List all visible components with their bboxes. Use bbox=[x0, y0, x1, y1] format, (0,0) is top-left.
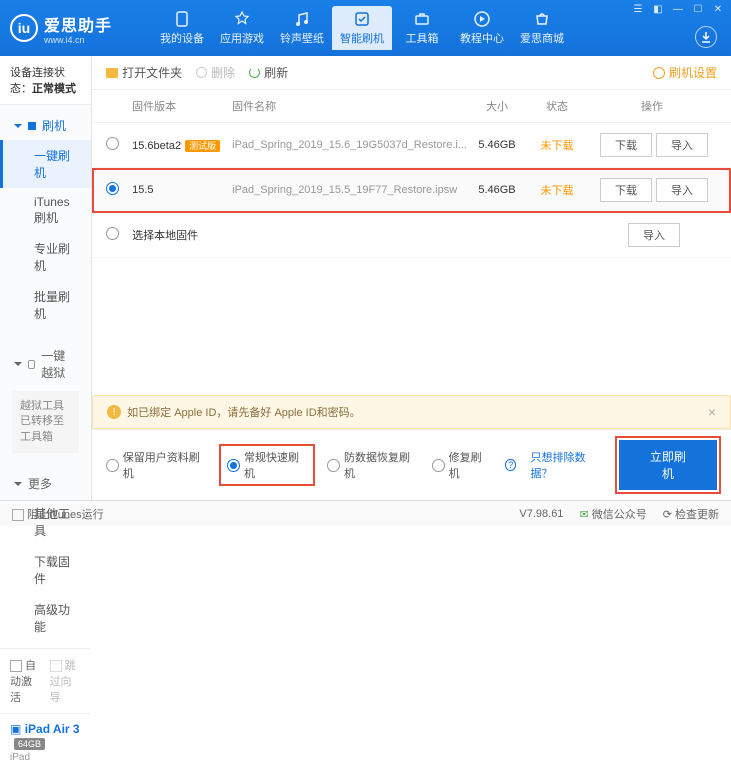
nav-my-device[interactable]: 我的设备 bbox=[152, 6, 212, 50]
download-button[interactable]: 下载 bbox=[600, 133, 652, 157]
import-button[interactable]: 导入 bbox=[656, 133, 708, 157]
app-logo: iu 爱思助手 www.i4.cn bbox=[10, 12, 112, 45]
window-controls: ☰ ◧ — ☐ ✕ bbox=[631, 4, 725, 15]
refresh-icon bbox=[249, 67, 260, 78]
skip-guide-checkbox[interactable]: 跳过向导 bbox=[50, 657, 82, 705]
app-url: www.i4.cn bbox=[44, 36, 112, 45]
nav-ringtones[interactable]: 铃声壁纸 bbox=[272, 6, 332, 50]
jailbreak-note: 越狱工具已转移至工具箱 bbox=[12, 391, 79, 453]
close-icon[interactable]: ✕ bbox=[711, 4, 725, 15]
mode-repair[interactable]: 修复刷机 bbox=[432, 449, 491, 481]
flash-now-button[interactable]: 立即刷机 bbox=[619, 440, 717, 490]
firmware-row[interactable]: 15.6beta2测试版 iPad_Spring_2019_15.6_19G50… bbox=[92, 123, 731, 168]
nav-toolbox[interactable]: 工具箱 bbox=[392, 6, 452, 50]
flash-mode-row: 保留用户资料刷机 常规快速刷机 防数据恢复刷机 修复刷机 ? 只想排除数据？ 立… bbox=[92, 429, 731, 500]
chevron-down-icon bbox=[14, 362, 22, 366]
import-button[interactable]: 导入 bbox=[656, 178, 708, 202]
device-info[interactable]: ▣ iPad Air 3 64GB iPad bbox=[0, 713, 91, 771]
firmware-row-selected[interactable]: 15.5 iPad_Spring_2019_15.5_19F77_Restore… bbox=[92, 168, 731, 213]
open-folder-button[interactable]: 打开文件夹 bbox=[106, 64, 182, 81]
sidebar-item-oneclick-flash[interactable]: 一键刷机 bbox=[0, 140, 91, 188]
sidebar-section-more[interactable]: 更多 bbox=[0, 469, 91, 498]
sidebar-item-batch-flash[interactable]: 批量刷机 bbox=[0, 281, 91, 329]
sidebar-item-itunes-flash[interactable]: iTunes刷机 bbox=[0, 188, 91, 233]
main-nav: 我的设备 应用游戏 铃声壁纸 智能刷机 工具箱 教程中心 爱思商城 bbox=[152, 6, 572, 50]
close-warning-icon[interactable]: × bbox=[708, 404, 716, 420]
mode-normal-fast[interactable]: 常规快速刷机 bbox=[221, 446, 313, 484]
sidebar-item-download-fw[interactable]: 下载固件 bbox=[0, 546, 91, 594]
radio-icon[interactable] bbox=[106, 182, 119, 195]
auto-activate-checkbox[interactable]: 自动激活 bbox=[10, 657, 42, 705]
radio-icon[interactable] bbox=[106, 137, 119, 150]
nav-apps[interactable]: 应用游戏 bbox=[212, 6, 272, 50]
local-firmware-row[interactable]: 选择本地固件 导入 bbox=[92, 213, 731, 258]
appleid-warning: ! 如已绑定 Apple ID，请先备好 Apple ID和密码。 × bbox=[92, 395, 731, 429]
table-header: 固件版本 固件名称 大小 状态 操作 bbox=[92, 90, 731, 123]
menu-icon[interactable]: ☰ bbox=[631, 4, 645, 15]
sidebar-section-jailbreak[interactable]: 一键越狱 bbox=[0, 341, 91, 387]
chevron-down-icon bbox=[14, 124, 22, 128]
delete-button[interactable]: 删除 bbox=[196, 64, 235, 81]
wechat-link[interactable]: ✉ 微信公众号 bbox=[579, 506, 646, 522]
main-panel: 打开文件夹 删除 刷新 刷机设置 固件版本 固件名称 大小 状态 操作 15.6… bbox=[92, 56, 731, 500]
nav-store[interactable]: 爱思商城 bbox=[512, 6, 572, 50]
sidebar-item-advanced[interactable]: 高级功能 bbox=[0, 594, 91, 642]
import-button[interactable]: 导入 bbox=[628, 223, 680, 247]
mode-anti-recover[interactable]: 防数据恢复刷机 bbox=[327, 449, 418, 481]
flash-settings-button[interactable]: 刷机设置 bbox=[653, 64, 717, 81]
mode-keep-data[interactable]: 保留用户资料刷机 bbox=[106, 449, 207, 481]
square-icon bbox=[28, 122, 36, 130]
logo-icon: iu bbox=[10, 14, 38, 42]
info-icon[interactable]: ? bbox=[505, 459, 517, 471]
connection-status: 设备连接状态：正常模式 bbox=[0, 56, 91, 105]
sidebar-item-pro-flash[interactable]: 专业刷机 bbox=[0, 233, 91, 281]
download-manager-icon[interactable] bbox=[695, 26, 717, 48]
app-name: 爱思助手 bbox=[44, 18, 112, 35]
download-button[interactable]: 下载 bbox=[600, 178, 652, 202]
titlebar: iu 爱思助手 www.i4.cn 我的设备 应用游戏 铃声壁纸 智能刷机 工具… bbox=[0, 0, 731, 56]
check-update-link[interactable]: ⟳ 检查更新 bbox=[663, 506, 719, 522]
maximize-icon[interactable]: ☐ bbox=[691, 4, 705, 15]
chevron-down-icon bbox=[14, 482, 22, 486]
statusbar: 阻止iTunes运行 V7.98.61 ✉ 微信公众号 ⟳ 检查更新 bbox=[0, 500, 731, 526]
sidebar-section-flash[interactable]: 刷机 bbox=[0, 111, 91, 140]
skin-icon[interactable]: ◧ bbox=[651, 4, 665, 15]
warning-icon: ! bbox=[107, 405, 121, 419]
sidebar: 设备连接状态：正常模式 刷机 一键刷机 iTunes刷机 专业刷机 批量刷机 一… bbox=[0, 56, 92, 500]
exclude-data-link[interactable]: 只想排除数据？ bbox=[530, 449, 604, 481]
nav-flash[interactable]: 智能刷机 bbox=[332, 6, 392, 50]
nav-tutorials[interactable]: 教程中心 bbox=[452, 6, 512, 50]
folder-icon bbox=[106, 68, 118, 78]
refresh-button[interactable]: 刷新 bbox=[249, 64, 288, 81]
block-itunes-checkbox[interactable]: 阻止iTunes运行 bbox=[12, 506, 104, 522]
delete-icon bbox=[196, 67, 207, 78]
radio-icon[interactable] bbox=[106, 227, 119, 240]
beta-badge: 测试版 bbox=[185, 140, 220, 152]
gear-icon bbox=[653, 67, 665, 79]
minimize-icon[interactable]: — bbox=[671, 4, 685, 15]
toolbar: 打开文件夹 删除 刷新 刷机设置 bbox=[92, 56, 731, 90]
lock-icon bbox=[28, 360, 35, 369]
version-label: V7.98.61 bbox=[519, 508, 563, 520]
